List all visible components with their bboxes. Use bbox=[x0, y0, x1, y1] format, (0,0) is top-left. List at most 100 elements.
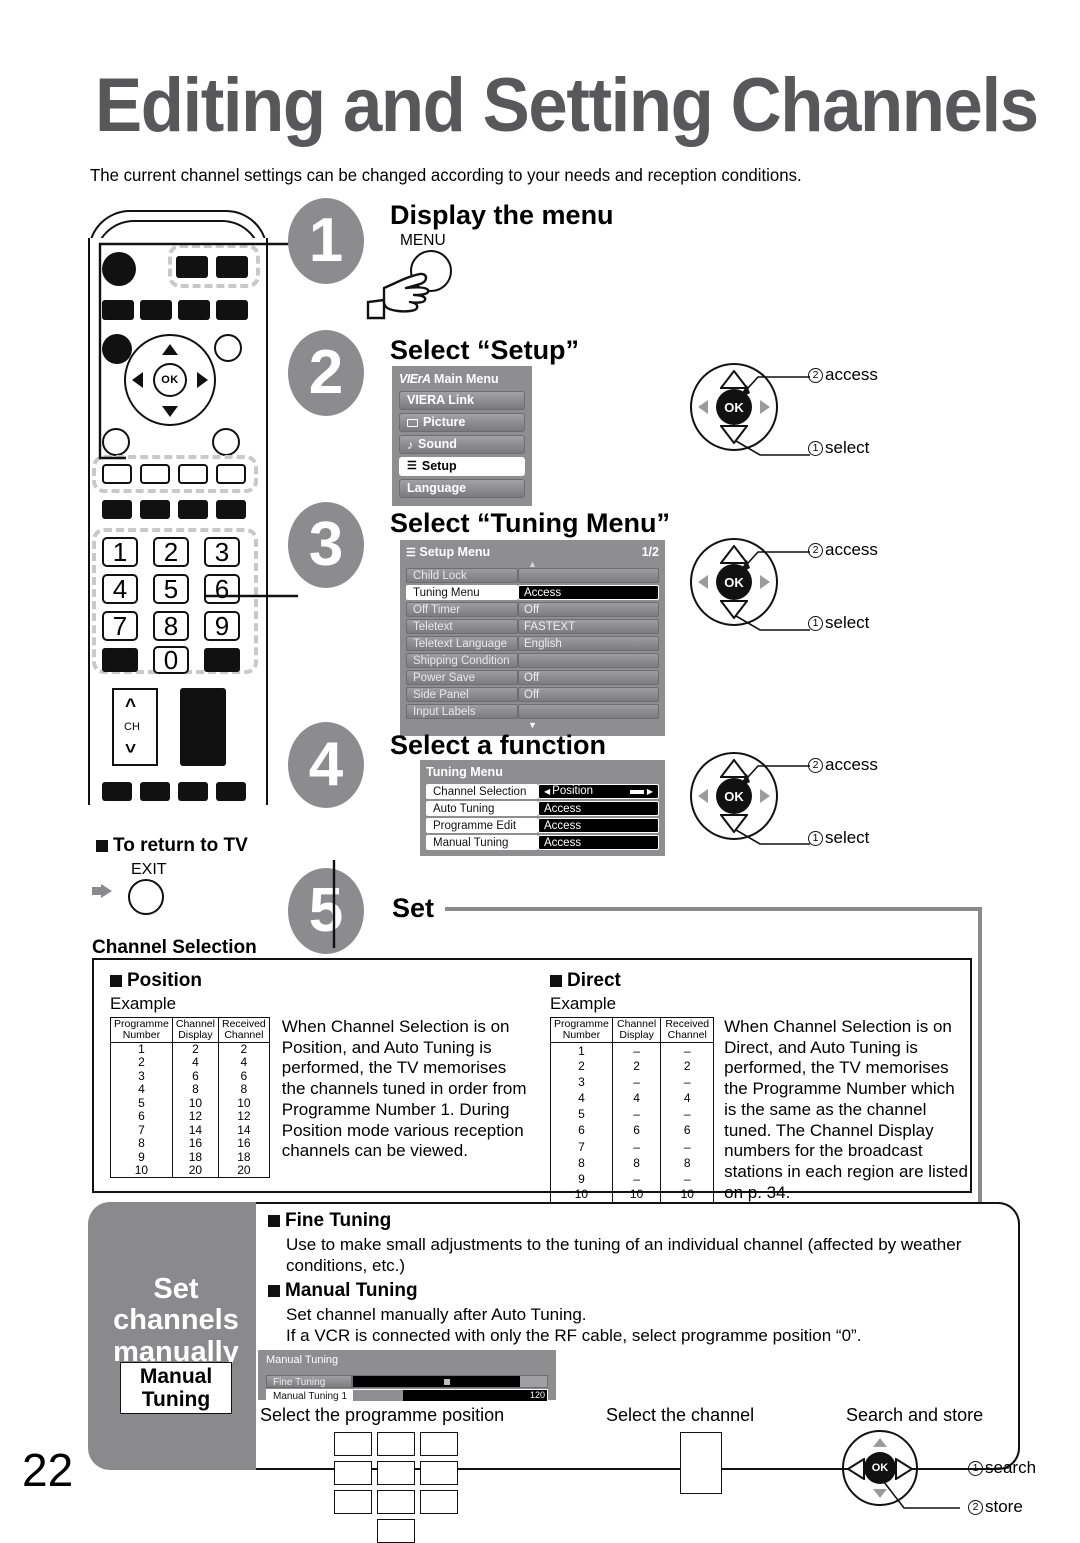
channel-rocker[interactable]: ^ CH ^ bbox=[112, 688, 158, 766]
tuning-menu-row-programme-edit[interactable]: Programme Edit Access bbox=[426, 818, 659, 833]
viera-main-menu: VIErA Main Menu VIERA Link Picture ♪ Sou… bbox=[392, 366, 532, 506]
step-4-heading: Select a function bbox=[390, 730, 607, 760]
page-number: 22 bbox=[22, 1444, 74, 1496]
table-cell: 4 bbox=[171, 1056, 219, 1070]
keypad-key[interactable] bbox=[377, 1490, 415, 1514]
setup-menu-row-child-lock[interactable]: Child Lock bbox=[406, 568, 659, 583]
setup-menu-row-teletext[interactable]: Teletext FASTEXT bbox=[406, 619, 659, 634]
table-row: 666 bbox=[550, 1122, 715, 1139]
viera-menu-item-viera-link[interactable]: VIERA Link bbox=[399, 391, 525, 410]
viera-logo: VIErA bbox=[399, 372, 431, 386]
setup-menu-row-input-labels[interactable]: Input Labels bbox=[406, 704, 659, 719]
row-label: Child Lock bbox=[406, 568, 518, 583]
table-row: 7 14 14 bbox=[110, 1123, 270, 1138]
table-row: 5– – bbox=[550, 1106, 715, 1123]
setup-menu-row-side-panel[interactable]: Side Panel Off bbox=[406, 687, 659, 702]
mini-channel-rocker[interactable] bbox=[680, 1432, 722, 1494]
tuning-menu-row-manual-tuning[interactable]: Manual Tuning Access bbox=[426, 835, 659, 850]
osd-fine-tuning-slider[interactable] bbox=[352, 1375, 548, 1388]
table-row: 222 bbox=[550, 1058, 715, 1075]
channel-down-icon[interactable]: ^ bbox=[125, 734, 136, 755]
table-cell: – bbox=[660, 1074, 715, 1091]
position-description: When Channel Selection is on Position, a… bbox=[281, 1017, 527, 1161]
step-3-heading: Select “Tuning Menu” bbox=[390, 508, 671, 538]
viera-menu-item-sound[interactable]: ♪ Sound bbox=[399, 435, 525, 454]
remote-bottom-button-4[interactable] bbox=[216, 782, 246, 801]
table-cell: 6 bbox=[550, 1122, 613, 1139]
manual-tuning-osd-title: Manual Tuning bbox=[266, 1354, 339, 1366]
table-cell: 12 bbox=[217, 1110, 270, 1124]
remote-bottom-button-3[interactable] bbox=[178, 782, 208, 801]
position-table-body: 1 2 2 2 4 4 3 6 6 4 8 8 5 10 10 6 12 12 7 14 14 8 16 16 9 18 18 10 2… bbox=[110, 1042, 270, 1179]
keypad-key[interactable] bbox=[420, 1432, 458, 1456]
remote-bottom-button-2[interactable] bbox=[140, 782, 170, 801]
row-value: Off bbox=[518, 602, 659, 617]
keypad-key[interactable] bbox=[377, 1461, 415, 1485]
keypad-key[interactable] bbox=[420, 1490, 458, 1514]
hint-programme-position: Select the programme position bbox=[260, 1405, 505, 1425]
row-value: Access bbox=[538, 818, 659, 833]
keypad-key[interactable] bbox=[334, 1432, 372, 1456]
table-cell: – bbox=[611, 1074, 662, 1091]
direct-description: When Channel Selection is on Direct, and… bbox=[724, 1017, 968, 1202]
direct-block: Direct Example Programme Number Channel Di… bbox=[550, 970, 970, 1204]
step-2-circle: 2 bbox=[288, 330, 364, 416]
tuning-menu-row-channel-selection[interactable]: Channel Selection ◀ Position ▶ bbox=[426, 784, 659, 799]
scroll-down-icon[interactable]: ▼ bbox=[406, 721, 659, 730]
table-cell: 12 bbox=[171, 1110, 219, 1124]
volume-rocker[interactable] bbox=[180, 688, 226, 766]
table-cell: 10 bbox=[171, 1096, 219, 1111]
viera-menu-item-language[interactable]: Language bbox=[399, 479, 525, 498]
setup-menu-row-shipping-condition[interactable]: Shipping Condition bbox=[406, 653, 659, 668]
table-cell: 2 bbox=[660, 1058, 715, 1075]
table-row: 3– – bbox=[550, 1074, 715, 1091]
table-cell: 8 bbox=[217, 1083, 270, 1097]
position-example-label: Example bbox=[110, 994, 177, 1013]
setup-menu-row-teletext-language[interactable]: Teletext Language English bbox=[406, 636, 659, 651]
setup-menu-page-indicator: 1/2 bbox=[641, 545, 659, 559]
viera-menu-item-label: Picture bbox=[423, 415, 466, 429]
hint-number: 1 bbox=[808, 616, 823, 632]
setup-menu-row-power-save[interactable]: Power Save Off bbox=[406, 670, 659, 685]
row-value bbox=[518, 653, 659, 668]
direct-example-label: Example bbox=[550, 994, 617, 1013]
table-cell: 1 bbox=[110, 1042, 173, 1057]
setup-menu-row-tuning-menu[interactable]: Tuning Menu Access bbox=[406, 585, 659, 600]
table-cell: 14 bbox=[171, 1123, 219, 1138]
tuning-menu-row-auto-tuning[interactable]: Auto Tuning Access bbox=[426, 801, 659, 816]
keypad-key[interactable] bbox=[334, 1461, 372, 1485]
viera-menu-item-picture[interactable]: Picture bbox=[399, 413, 525, 432]
table-cell: 7 bbox=[550, 1138, 613, 1155]
row-label: Input Labels bbox=[406, 704, 518, 719]
picture-icon bbox=[407, 418, 418, 427]
square-bullet-icon bbox=[110, 975, 122, 987]
channel-up-icon[interactable]: ^ bbox=[125, 697, 136, 716]
value-right-arrow-icon[interactable]: ▶ bbox=[647, 784, 653, 799]
value-bar-icon bbox=[629, 789, 644, 794]
step-1-heading: Display the menu bbox=[390, 200, 614, 230]
keypad-key-zero[interactable] bbox=[377, 1519, 415, 1543]
table-cell: 4 bbox=[611, 1090, 662, 1107]
note-icon: ♪ bbox=[407, 437, 413, 452]
table-cell: 16 bbox=[171, 1137, 219, 1151]
square-bullet-icon bbox=[268, 1215, 280, 1227]
direct-heading: Direct bbox=[550, 970, 970, 992]
column-header: Received Channel bbox=[217, 1016, 270, 1044]
channel-selection-caption: Channel Selection bbox=[92, 937, 257, 958]
exit-button[interactable] bbox=[128, 879, 164, 915]
setup-menu-row-off-timer[interactable]: Off Timer Off bbox=[406, 602, 659, 617]
table-cell: 4 bbox=[660, 1090, 715, 1107]
keypad-key[interactable] bbox=[334, 1490, 372, 1514]
scroll-up-icon[interactable]: ▲ bbox=[406, 560, 659, 569]
row-label: Manual Tuning bbox=[426, 835, 538, 850]
row-label: Channel Selection bbox=[426, 784, 538, 799]
keypad-key[interactable] bbox=[377, 1432, 415, 1456]
row-value: FASTEXT bbox=[518, 619, 659, 634]
table-row: 7– – bbox=[550, 1138, 715, 1155]
table-cell: 2 bbox=[550, 1058, 613, 1075]
keypad-key[interactable] bbox=[420, 1461, 458, 1485]
viera-menu-item-setup[interactable]: ☰ Setup bbox=[399, 457, 525, 476]
remote-bottom-button-1[interactable] bbox=[102, 782, 132, 801]
osd-manual-tuning-slider[interactable]: 120 bbox=[352, 1389, 548, 1402]
hint-store: 2 store bbox=[968, 1497, 1023, 1517]
